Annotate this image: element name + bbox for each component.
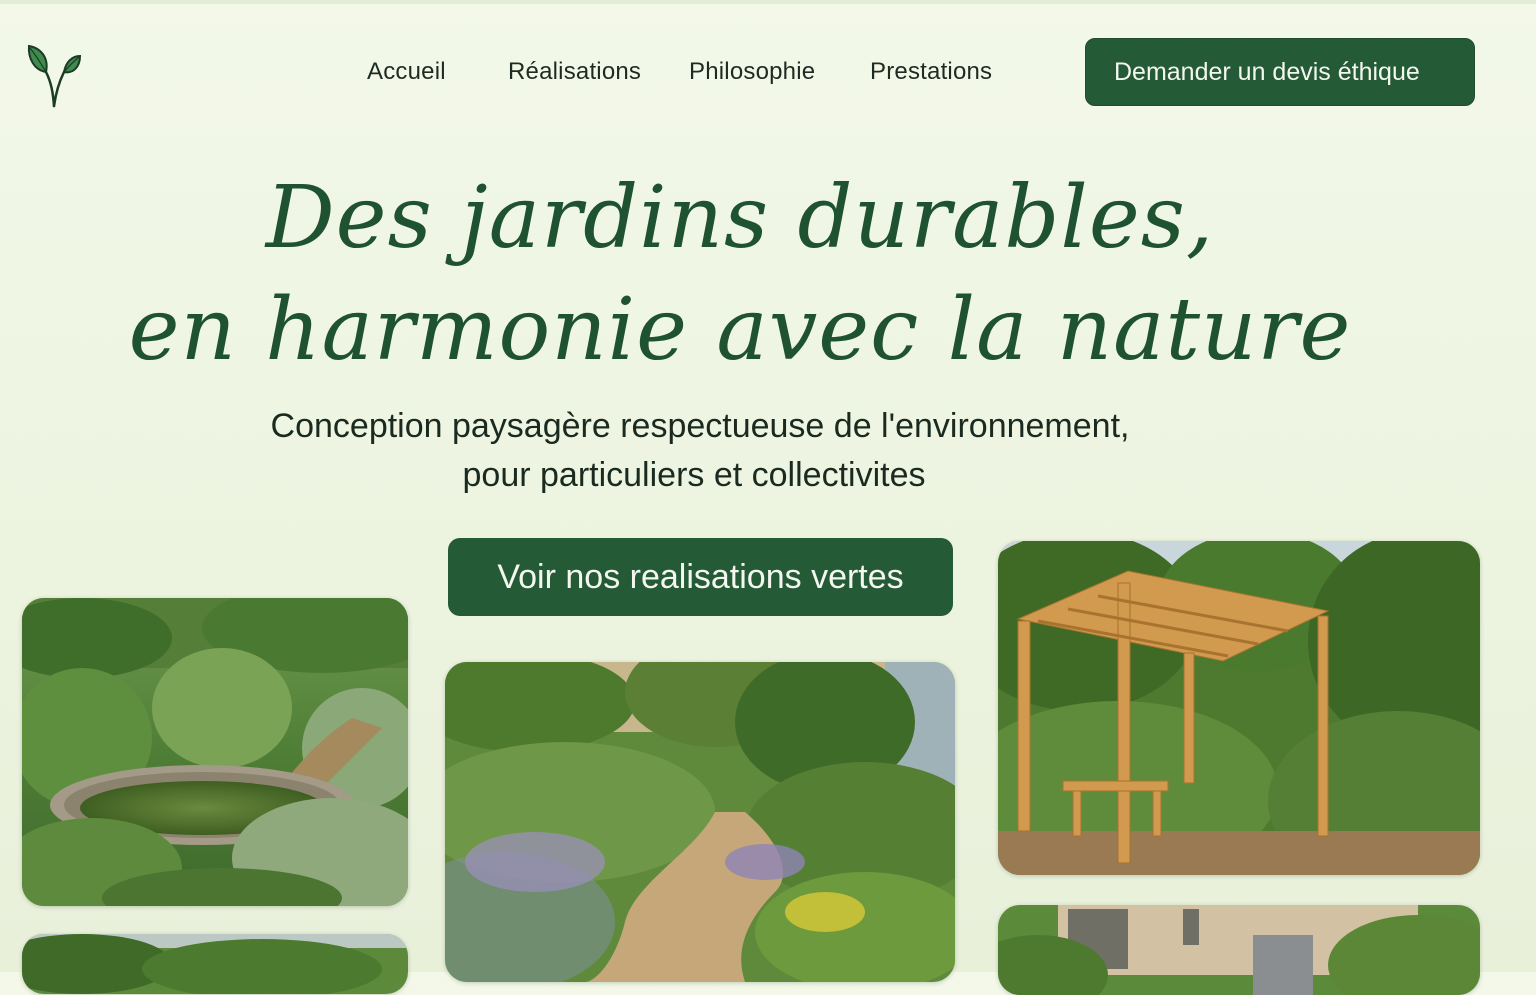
hero-subtitle: Conception paysagère respectueuse de l'e… [160,402,1240,500]
nav-link-realisations[interactable]: Réalisations [508,58,641,86]
request-quote-button[interactable]: Demander un devis éthique [1085,38,1475,106]
hero-title: Des jardins durables, en harmonie avec l… [120,162,1360,386]
gallery-image-house-garden[interactable] [998,905,1480,995]
nav-link-philosophie[interactable]: Philosophie [689,58,815,86]
view-projects-button[interactable]: Voir nos realisations vertes [448,538,953,616]
hero-title-line1: Des jardins durables, [265,168,1215,268]
hero-subtitle-line2: pour particuliers et collectivites [462,456,926,494]
gallery-image-garden-partial[interactable] [22,934,408,994]
gallery-image-wooden-pergola[interactable] [998,541,1480,875]
hero-title-line2: en harmonie avec la nature [128,280,1352,380]
nav-link-accueil[interactable]: Accueil [367,58,446,86]
hero-subtitle-line1: Conception paysagère respectueuse de l'e… [270,407,1130,445]
gallery-image-pond-garden[interactable] [22,598,408,906]
top-border [0,0,1536,4]
gallery-image-garden-path[interactable] [445,662,955,982]
nav-link-prestations[interactable]: Prestations [870,58,992,86]
